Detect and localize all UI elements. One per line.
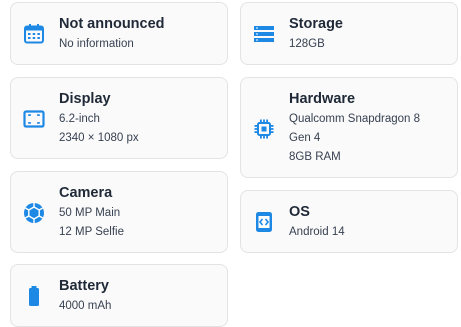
card-title: Storage — [289, 16, 343, 32]
camera-aperture-icon — [23, 202, 45, 224]
display-card: Display 6.2-inch 2340 × 1080 px — [10, 77, 228, 159]
storage-card: Storage 128GB — [240, 2, 458, 65]
battery-icon — [23, 285, 45, 307]
chip-icon — [253, 118, 275, 140]
storage-icon — [253, 23, 275, 45]
os-icon — [253, 211, 275, 233]
os-card: OS Android 14 — [240, 190, 458, 253]
card-detail: 4000 mAh — [59, 300, 112, 312]
card-title: Not announced — [59, 16, 165, 32]
card-detail: Gen 4 — [289, 132, 321, 144]
card-detail: 6.2-inch — [59, 113, 100, 125]
hardware-card: Hardware Qualcomm Snapdragon 8 Gen 4 8GB… — [240, 77, 458, 178]
card-detail: 12 MP Selfie — [59, 226, 124, 238]
card-detail: Android 14 — [289, 226, 345, 238]
card-detail: Qualcomm Snapdragon 8 — [289, 113, 421, 125]
card-title: Battery — [59, 278, 109, 294]
card-title: Camera — [59, 185, 113, 201]
card-detail: 2340 × 1080 px — [59, 132, 139, 144]
calendar-icon — [23, 23, 45, 45]
card-detail: 128GB — [289, 38, 325, 50]
card-title: Display — [59, 91, 111, 107]
card-title: Hardware — [289, 91, 356, 107]
card-detail: 8GB RAM — [289, 151, 341, 163]
battery-card: Battery 4000 mAh — [10, 264, 228, 327]
card-detail: No information — [59, 38, 134, 50]
card-detail: 50 MP Main — [59, 207, 121, 219]
release-card: Not announced No information — [10, 2, 228, 65]
display-icon — [23, 108, 45, 130]
card-title: OS — [289, 204, 310, 220]
camera-card: Camera 50 MP Main 12 MP Selfie — [10, 171, 228, 253]
